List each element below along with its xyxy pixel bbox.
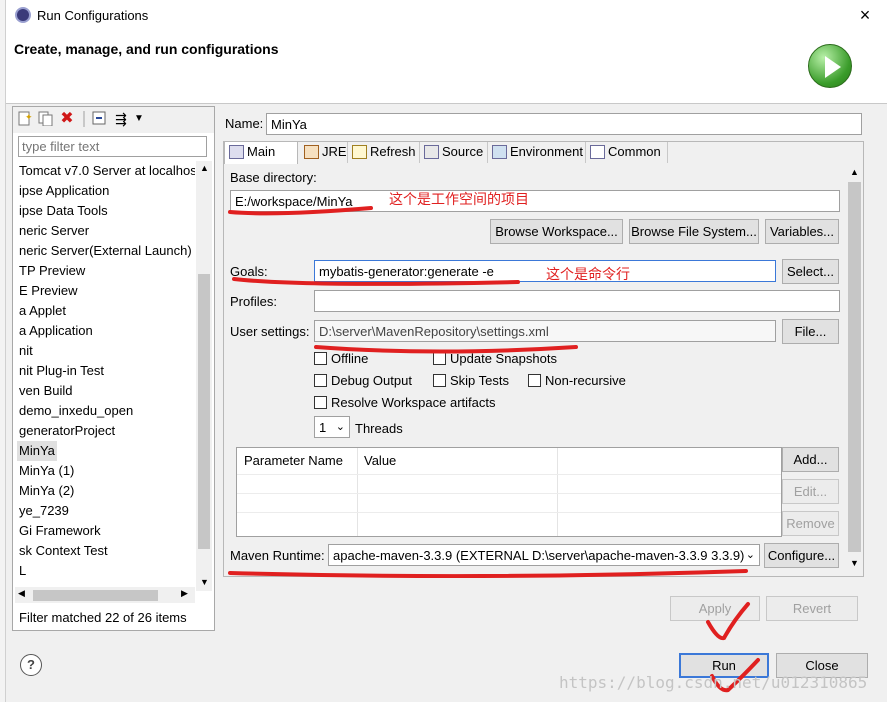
red-annotation-strokes	[228, 206, 760, 693]
watermark: https://blog.csdn.net/u012310865	[559, 673, 868, 692]
run-configurations-dialog: Run Configurations × Create, manage, and…	[6, 0, 887, 702]
